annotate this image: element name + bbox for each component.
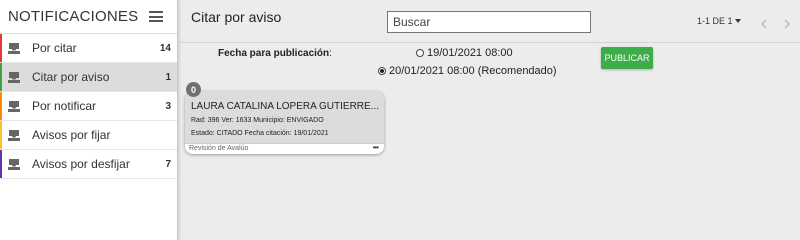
card-process-type: Revisión de Avalúo (189, 145, 249, 152)
main-panel: Citar por aviso 1-1 DE 1 Fecha para publ… (179, 0, 800, 240)
publish-button[interactable]: PUBLICAR (601, 47, 653, 69)
sidebar-item-label: Por citar (32, 41, 77, 55)
inbox-icon (8, 100, 20, 112)
card-details: Rad: 396 Ver: 1633 Municipio: ENVIGADO (191, 117, 324, 124)
sidebar-header: NOTIFICACIONES (0, 0, 177, 34)
date-option-label: 19/01/2021 08:00 (427, 47, 513, 59)
chevron-left-icon[interactable] (760, 16, 768, 29)
card-person-name: LAURA CATALINA LOPERA GUTIERRE... (191, 101, 380, 112)
top-bar: Citar por aviso 1-1 DE 1 (179, 0, 800, 43)
caret-down-icon (734, 19, 741, 23)
sidebar-item-count: 7 (165, 158, 171, 170)
sidebar-item-label: Avisos por fijar (32, 128, 111, 142)
page-title: Citar por aviso (191, 9, 282, 25)
date-option-2[interactable]: 20/01/2021 08:00 (Recomendado) (378, 65, 557, 77)
publication-date-label: Fecha para publicación: (218, 48, 332, 59)
card-status: Estado: CITADO Fecha citación: 19/01/202… (191, 130, 329, 137)
sidebar-item-citar-por-aviso[interactable]: Citar por aviso 1 (0, 63, 177, 92)
search-input[interactable] (387, 11, 591, 33)
notification-card[interactable]: 0 LAURA CATALINA LOPERA GUTIERRE... Rad:… (185, 82, 384, 154)
card-footer: Revisión de Avalúo ••• (185, 143, 384, 154)
sidebar: NOTIFICACIONES Por citar 14 Citar por av… (0, 0, 178, 240)
chevron-right-icon[interactable] (783, 16, 791, 29)
radio-button[interactable] (416, 49, 424, 57)
sidebar-item-avisos-por-desfijar[interactable]: Avisos por desfijar 7 (0, 150, 177, 179)
sidebar-item-label: Por notificar (32, 99, 97, 113)
sidebar-item-por-citar[interactable]: Por citar 14 (0, 34, 177, 63)
date-option-label: 20/01/2021 08:00 (Recomendado) (389, 65, 557, 77)
sidebar-item-avisos-por-fijar[interactable]: Avisos por fijar (0, 121, 177, 150)
pagination-label: 1-1 DE 1 (697, 16, 733, 26)
sidebar-title: NOTIFICACIONES (8, 8, 139, 25)
inbox-icon (8, 42, 20, 54)
sidebar-item-count: 1 (165, 71, 171, 83)
inbox-icon (8, 71, 20, 83)
sidebar-item-count: 14 (159, 42, 171, 54)
card-badge: 0 (186, 82, 201, 97)
pagination-dropdown[interactable]: 1-1 DE 1 (697, 16, 741, 26)
sidebar-item-por-notificar[interactable]: Por notificar 3 (0, 92, 177, 121)
sidebar-item-label: Citar por aviso (32, 70, 110, 84)
date-option-1[interactable]: 19/01/2021 08:00 (416, 47, 513, 59)
menu-icon[interactable] (149, 11, 163, 22)
inbox-icon (8, 129, 20, 141)
sidebar-item-label: Avisos por desfijar (32, 157, 130, 171)
sidebar-item-count: 3 (165, 100, 171, 112)
more-options-icon[interactable]: ••• (373, 144, 379, 152)
radio-button-checked[interactable] (378, 67, 386, 75)
inbox-icon (8, 158, 20, 170)
